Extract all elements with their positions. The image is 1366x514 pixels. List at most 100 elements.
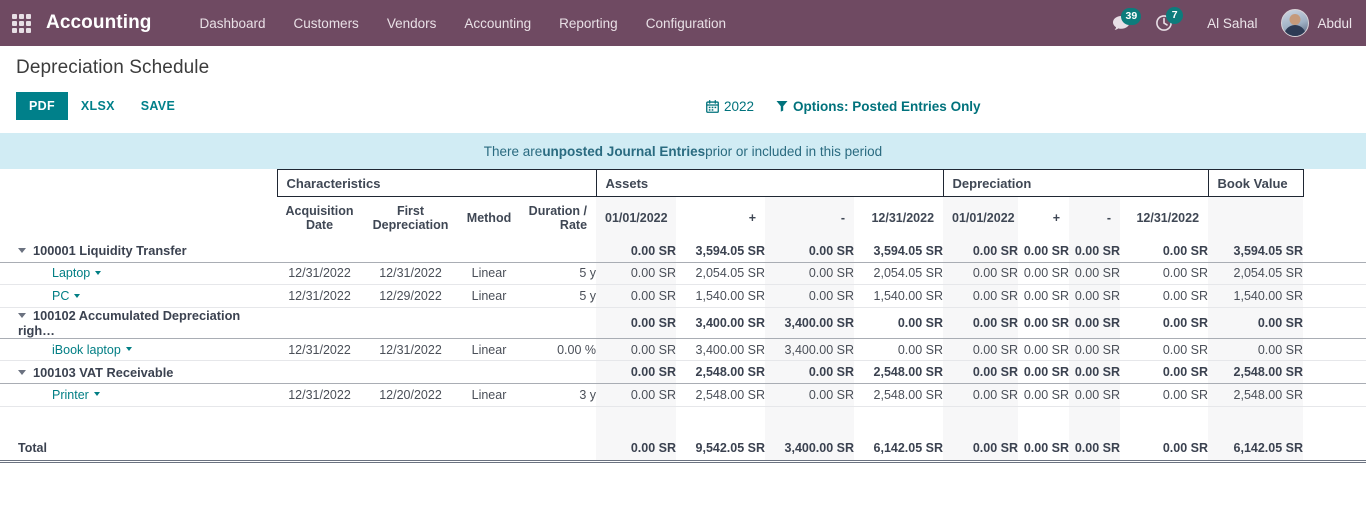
activities-button[interactable]: 7 — [1149, 7, 1187, 32]
table-row[interactable]: 100001 Liquidity Transfer 0.00 SR 3,594.… — [0, 239, 1366, 263]
apps-grid-icon[interactable] — [10, 12, 32, 34]
col-head-method: Method — [466, 211, 512, 226]
caret-down-icon[interactable] — [18, 369, 26, 375]
report-table-wrapper: Characteristics Assets Depreciation Book… — [0, 169, 1366, 463]
caret-down-icon[interactable] — [125, 347, 132, 352]
cell-duration-rate: 0.00 % — [519, 337, 597, 361]
messages-count-badge: 39 — [1121, 8, 1142, 25]
total-first-depreciation — [362, 436, 459, 463]
cell-assets-open: 0.00 SR — [596, 239, 677, 263]
col-head-name — [0, 197, 277, 240]
main-menu: Dashboard Customers Vendors Accounting R… — [186, 3, 741, 44]
cell-depr-plus: 0.00 SR — [1018, 261, 1070, 285]
cell-assets-open: 0.00 SR — [596, 284, 677, 308]
total-depr-minus: 0.00 SR — [1069, 436, 1121, 463]
row-label[interactable]: Laptop — [0, 261, 277, 285]
table-row[interactable]: iBook laptop 12/31/2022 12/31/2022 Linea… — [0, 337, 1366, 361]
spacer-cell — [519, 405, 597, 437]
caret-down-icon[interactable] — [18, 248, 26, 254]
cell-depr-open: 0.00 SR — [943, 239, 1019, 263]
table-band-header: Characteristics Assets Depreciation Book… — [0, 169, 1366, 197]
row-name-link[interactable]: Laptop — [52, 266, 90, 280]
cell-acquisition-date — [277, 306, 362, 339]
cell-depr-minus: 0.00 SR — [1069, 261, 1121, 285]
menu-item-configuration[interactable]: Configuration — [632, 3, 740, 44]
table-row[interactable]: Laptop 12/31/2022 12/31/2022 Linear 5 y … — [0, 261, 1366, 285]
calendar-icon — [706, 99, 719, 113]
row-label[interactable]: Printer — [0, 382, 277, 407]
pdf-button[interactable]: PDF — [16, 92, 68, 120]
total-depr-close: 0.00 SR — [1120, 436, 1209, 463]
cell-book-value: 3,594.05 SR — [1208, 239, 1304, 263]
cell-method: Linear — [459, 284, 519, 308]
band-assets: Assets — [595, 169, 944, 197]
cell-duration-rate — [519, 360, 597, 384]
cell-duration-rate: 3 y — [519, 382, 597, 407]
col-head-book-value — [1208, 196, 1304, 240]
cell-pad — [1303, 382, 1366, 407]
cell-acquisition-date: 12/31/2022 — [277, 337, 362, 361]
company-switcher[interactable]: Al Sahal — [1191, 16, 1273, 31]
cell-assets-open: 0.00 SR — [596, 382, 677, 407]
app-brand-accounting[interactable]: Accounting — [46, 12, 152, 34]
user-menu[interactable]: Abdul — [1277, 9, 1352, 37]
cell-method — [459, 240, 519, 263]
menu-item-vendors[interactable]: Vendors — [373, 3, 451, 44]
cell-pad — [1303, 306, 1366, 339]
band-spacer — [0, 170, 277, 197]
cell-assets-plus: 1,540.00 SR — [676, 284, 766, 308]
row-name-link[interactable]: PC — [52, 289, 69, 303]
total-label: Total — [0, 436, 277, 463]
cell-first-depreciation — [362, 240, 459, 263]
menu-item-reporting[interactable]: Reporting — [545, 3, 632, 44]
unposted-entries-banner: There are unposted Journal Entries prior… — [0, 133, 1366, 169]
cell-depr-close: 0.00 SR — [1162, 243, 1209, 258]
menu-item-customers[interactable]: Customers — [280, 3, 373, 44]
date-filter-label: 2022 — [724, 98, 755, 114]
menu-item-accounting[interactable]: Accounting — [450, 3, 545, 44]
date-filter[interactable]: 2022 — [706, 99, 754, 114]
spacer-cell — [1018, 405, 1070, 437]
options-filter[interactable]: Options: Posted Entries Only — [776, 99, 981, 114]
banner-emphasis: unposted Journal Entries — [542, 143, 706, 159]
table-row[interactable]: 100103 VAT Receivable 0.00 SR 2,548.00 S… — [0, 360, 1366, 384]
cell-depr-plus: 0.00 SR — [1023, 243, 1070, 258]
cell-assets-open: 0.00 SR — [596, 337, 677, 361]
cell-depr-open: 0.00 SR — [943, 337, 1019, 361]
cell-depr-minus: 0.00 SR — [1069, 337, 1121, 361]
total-assets-minus: 3,400.00 SR — [765, 436, 855, 463]
col-head-first-depreciation: First Depreciation — [372, 204, 449, 233]
table-row[interactable]: PC 12/31/2022 12/29/2022 Linear 5 y 0.00… — [0, 284, 1366, 308]
caret-down-icon[interactable] — [95, 271, 102, 276]
filter-icon — [776, 100, 788, 112]
table-spacer-row — [0, 405, 1366, 437]
row-label[interactable]: 100001 Liquidity Transfer — [0, 240, 277, 263]
row-name-text: 100102 Accumulated Depreciation righ… — [18, 307, 241, 338]
caret-down-icon[interactable] — [74, 293, 81, 298]
cell-method: Linear — [459, 261, 519, 285]
table-row[interactable]: Printer 12/31/2022 12/20/2022 Linear 3 y… — [0, 382, 1366, 407]
table-row[interactable]: 100102 Accumulated Depreciation righ… 0.… — [0, 306, 1366, 339]
menu-item-dashboard[interactable]: Dashboard — [186, 3, 280, 44]
save-button[interactable]: SAVE — [128, 92, 188, 120]
row-label[interactable]: iBook laptop — [0, 337, 277, 361]
row-name-link[interactable]: iBook laptop — [52, 343, 121, 357]
cell-depr-plus: 0.00 SR — [1018, 284, 1070, 308]
cell-duration-rate: 5 y — [519, 284, 597, 308]
total-pad — [1303, 436, 1366, 463]
cell-assets-open: 0.00 SR — [596, 306, 677, 339]
row-label[interactable]: 100102 Accumulated Depreciation righ… — [0, 306, 277, 339]
cell-depr-minus: 0.00 SR — [1069, 306, 1121, 339]
row-name-text: 100103 VAT Receivable — [33, 364, 174, 380]
caret-down-icon[interactable] — [18, 312, 26, 318]
row-label[interactable]: PC — [0, 284, 277, 308]
control-panel: Depreciation Schedule PDF XLSX SAVE 2022… — [0, 46, 1366, 121]
messages-button[interactable]: 39 — [1106, 8, 1145, 31]
cell-depr-open: 0.00 SR — [943, 382, 1019, 407]
cell-assets-plus: 3,400.00 SR — [676, 337, 766, 361]
cell-first-depreciation: 12/31/2022 — [362, 337, 459, 361]
row-label[interactable]: 100103 VAT Receivable — [0, 360, 277, 384]
xlsx-button[interactable]: XLSX — [68, 92, 128, 120]
row-name-link[interactable]: Printer — [52, 388, 89, 402]
caret-down-icon[interactable] — [93, 392, 100, 397]
